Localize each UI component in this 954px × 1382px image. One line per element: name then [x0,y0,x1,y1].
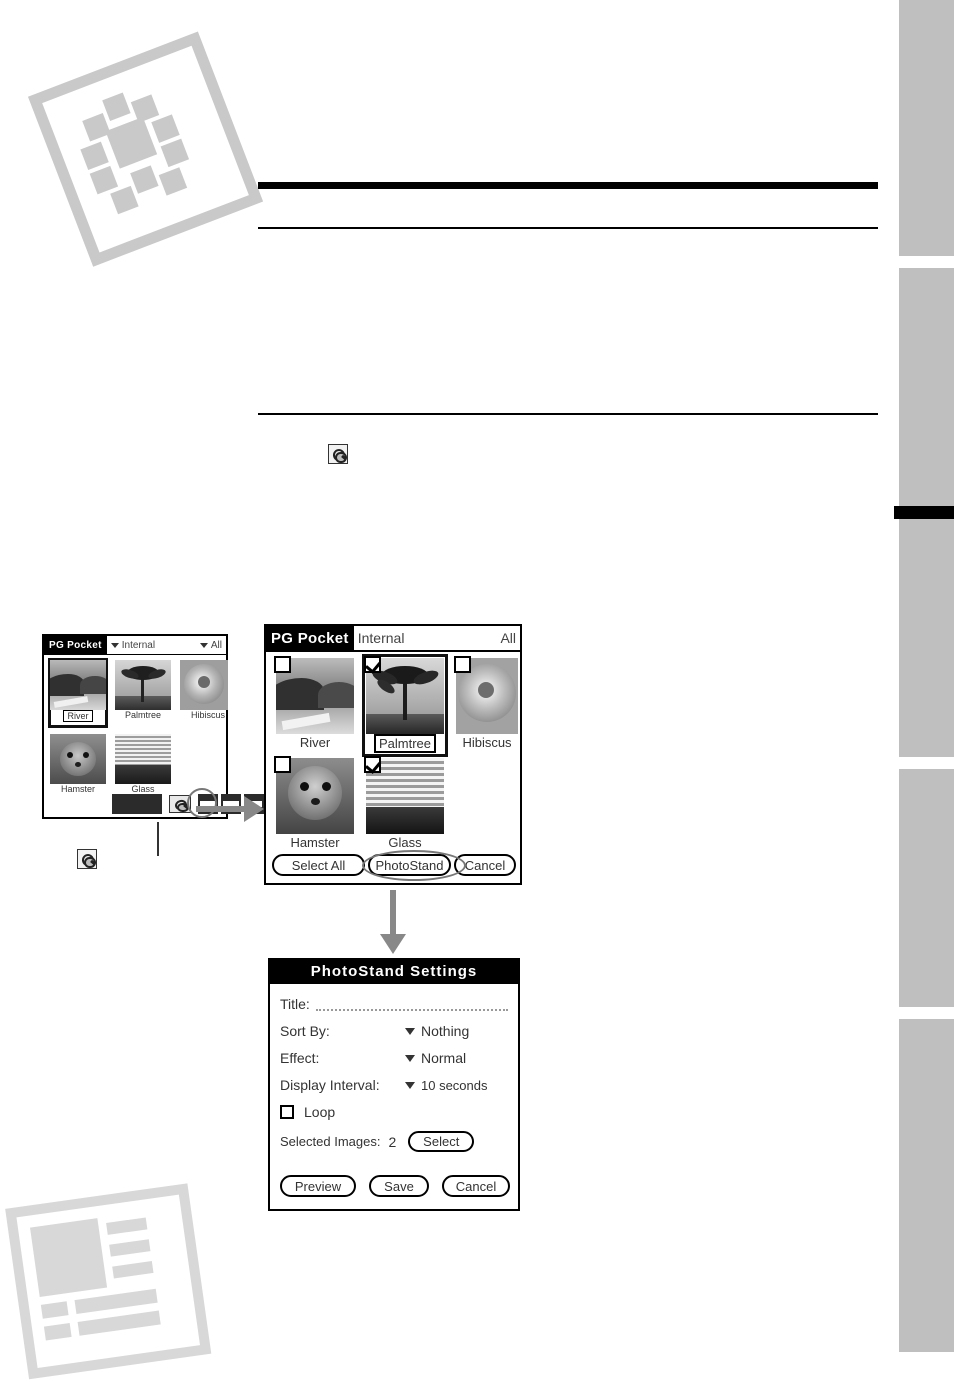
sort-by-label: Sort By: [280,1023,330,1039]
item-checkbox[interactable] [454,656,471,673]
photostand-settings-dialog: PhotoStand Settings Title: Sort By: Noth… [268,958,520,1211]
dialog-cancel-button[interactable]: Cancel [442,1175,510,1197]
side-tab-3[interactable] [899,519,954,757]
display-interval-label: Display Interval: [280,1077,380,1093]
list-item-label: Glass [388,835,422,850]
field-effect[interactable]: Effect: Normal [280,1050,508,1066]
list-item[interactable]: River [48,658,108,728]
grid-view-icon[interactable] [112,794,136,814]
triangle-down-icon[interactable] [405,1027,415,1035]
flow-arrow-down [380,890,406,956]
decorative-diamond-ornament [23,23,281,281]
side-tab-5[interactable] [899,1019,954,1352]
filter-value[interactable]: All [211,640,222,651]
category-value[interactable]: Internal [122,640,155,651]
chevron-down-icon[interactable] [110,642,119,648]
small-device-header: PG Pocket Internal All [44,636,226,655]
dialog-button-row: Preview Save Cancel [280,1175,510,1197]
photostand-button-callout-circle [362,850,466,881]
field-selected-images: Selected Images: 2 Select [280,1131,508,1152]
effect-value[interactable]: Normal [421,1050,466,1066]
list-item[interactable]: Palmtree [362,654,448,757]
large-device-screen: PG Pocket Internal All River Palmtree Hi… [264,624,522,885]
selected-images-label: Selected Images: [280,1134,381,1149]
rule-thick-top [258,182,878,189]
list-item[interactable]: Hamster [50,734,106,795]
effect-label: Effect: [280,1050,320,1066]
rule-thin-lower [258,413,878,415]
side-tab-4[interactable] [899,769,954,1007]
page-root: PG Pocket Internal All River Palmtree Hi… [0,0,954,1380]
dialog-title: PhotoStand Settings [270,960,518,984]
item-checkbox[interactable] [364,756,381,773]
select-all-button[interactable]: Select All [272,854,365,876]
title-label: Title: [280,996,310,1012]
photostand-icon [77,849,97,869]
small-device-screen: PG Pocket Internal All River Palmtree Hi… [42,634,264,819]
thumbnail-hibiscus[interactable] [180,660,228,710]
list-item[interactable]: River [274,656,354,750]
list-item-label: River [299,735,331,750]
item-checkbox[interactable] [274,656,291,673]
current-section-marker [894,506,954,519]
field-title[interactable]: Title: [280,996,508,1012]
thumbnail-palmtree[interactable] [115,660,171,710]
large-device-header: PG Pocket Internal All [266,626,520,652]
select-button[interactable]: Select [408,1131,475,1152]
list-item[interactable]: Hamster [274,756,354,850]
triangle-down-icon[interactable] [405,1054,415,1062]
item-checkbox[interactable] [364,656,381,673]
field-display-interval[interactable]: Display Interval: 10 seconds [280,1077,508,1093]
app-title: PG Pocket [44,636,107,654]
thumbnail-river[interactable] [50,660,106,710]
list-item-label: Palmtree [124,710,161,720]
thumbnail-hamster[interactable] [50,734,106,784]
list-item[interactable]: Glass [364,756,444,850]
side-tab-1[interactable] [899,0,954,256]
list-item-label: Hamster [290,835,340,850]
loop-label: Loop [304,1104,336,1120]
sort-by-value[interactable]: Nothing [421,1023,469,1039]
selected-images-value: 2 [388,1133,397,1150]
item-checkbox[interactable] [274,756,291,773]
field-loop[interactable]: Loop [280,1104,508,1120]
side-tab-2[interactable] [899,268,954,506]
rule-thin-upper [258,227,878,229]
field-sort-by[interactable]: Sort By: Nothing [280,1023,508,1039]
side-tab-column [894,0,954,1352]
preview-button[interactable]: Preview [280,1175,356,1197]
thumbnail-glass[interactable] [115,734,171,784]
category-value[interactable]: Internal [358,630,405,646]
photostand-icon [328,444,348,464]
filter-value[interactable]: All [500,630,516,646]
flow-arrow-right [196,796,266,822]
chevron-down-icon[interactable] [199,642,208,648]
loop-checkbox[interactable] [280,1105,294,1119]
list-item[interactable]: Glass [115,734,171,795]
display-interval-value[interactable]: 10 seconds [421,1078,488,1093]
list-item[interactable]: Hibiscus [180,660,236,721]
list-view-icon[interactable] [136,794,162,814]
list-item-label: Hamster [60,784,95,794]
list-item-label: Hibiscus [190,710,225,720]
triangle-down-icon[interactable] [405,1081,415,1089]
list-item[interactable]: Palmtree [115,660,171,721]
list-item-label: Hibiscus [462,735,512,750]
list-item-label: Glass [131,784,155,794]
title-input[interactable] [315,997,508,1011]
decorative-page-layout-ornament [0,1178,212,1382]
callout-leader-line [157,822,159,856]
save-button[interactable]: Save [369,1175,429,1197]
app-title: PG Pocket [266,626,354,650]
list-item[interactable]: Hibiscus [454,656,518,750]
